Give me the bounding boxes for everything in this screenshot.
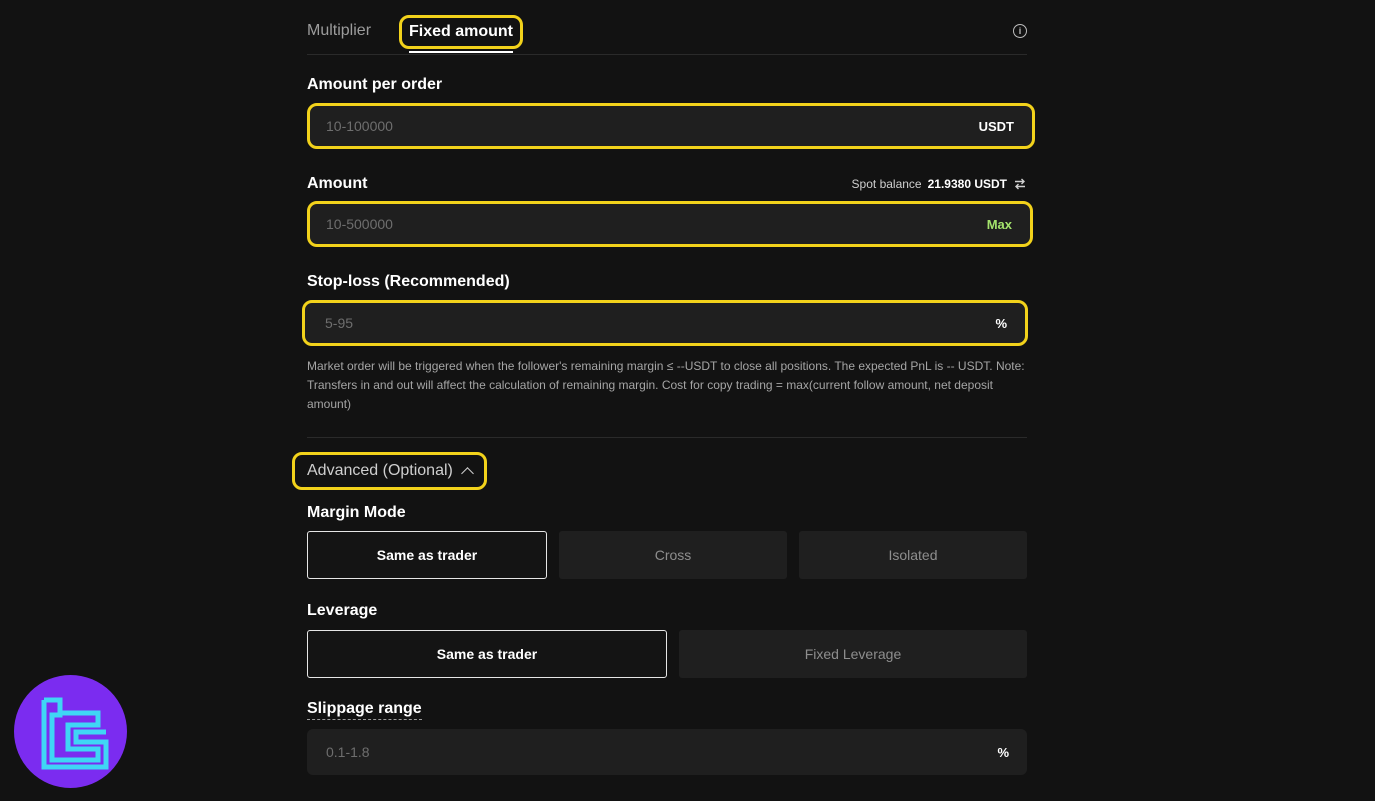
- chevron-up-icon: [460, 466, 474, 480]
- slippage-unit: %: [997, 744, 1009, 760]
- margin-mode-option-same-as-trader[interactable]: Same as trader: [307, 531, 547, 579]
- info-icon[interactable]: i: [1013, 24, 1027, 38]
- amount-per-order-input[interactable]: [324, 106, 888, 146]
- active-tab-indicator: [409, 51, 513, 53]
- slippage-range-label[interactable]: Slippage range: [307, 700, 422, 720]
- stop-loss-label: Stop-loss (Recommended): [307, 273, 510, 290]
- margin-mode-option-isolated[interactable]: Isolated: [799, 531, 1027, 579]
- stop-loss-field: %: [302, 300, 1028, 346]
- advanced-label: Advanced (Optional): [307, 462, 453, 479]
- amount-label: Amount: [307, 175, 368, 192]
- advanced-toggle[interactable]: Advanced (Optional): [292, 452, 487, 490]
- stop-loss-unit: %: [995, 315, 1007, 331]
- amount-per-order-unit: USDT: [978, 118, 1014, 134]
- margin-mode-label: Margin Mode: [307, 504, 406, 521]
- leverage-label: Leverage: [307, 602, 378, 619]
- max-button[interactable]: Max: [987, 204, 1012, 244]
- leverage-option-fixed-leverage[interactable]: Fixed Leverage: [679, 630, 1027, 678]
- amount-per-order-field: USDT: [307, 103, 1035, 149]
- amount-field: Max: [307, 201, 1033, 247]
- amount-mode-tabs: Multiplier Fixed amount i: [307, 14, 1027, 55]
- tab-fixed-amount[interactable]: Fixed amount: [399, 15, 524, 49]
- amount-per-order-label: Amount per order: [307, 76, 443, 93]
- amount-input[interactable]: [324, 204, 888, 244]
- margin-mode-option-cross[interactable]: Cross: [559, 531, 787, 579]
- spot-balance-label: Spot balance: [851, 177, 922, 191]
- section-divider: [307, 437, 1027, 438]
- slippage-input[interactable]: [324, 729, 888, 775]
- swap-arrows-icon[interactable]: [1013, 177, 1027, 191]
- spot-balance: Spot balance 21.9380 USDT: [852, 177, 1027, 191]
- stop-loss-note: Market order will be triggered when the …: [307, 359, 1025, 411]
- brand-logo-icon: [14, 675, 127, 788]
- stop-loss-input[interactable]: [323, 303, 887, 343]
- tab-multiplier[interactable]: Multiplier: [307, 14, 371, 48]
- leverage-option-same-as-trader[interactable]: Same as trader: [307, 630, 667, 678]
- slippage-field: %: [307, 729, 1027, 775]
- spot-balance-value: 21.9380 USDT: [927, 177, 1007, 191]
